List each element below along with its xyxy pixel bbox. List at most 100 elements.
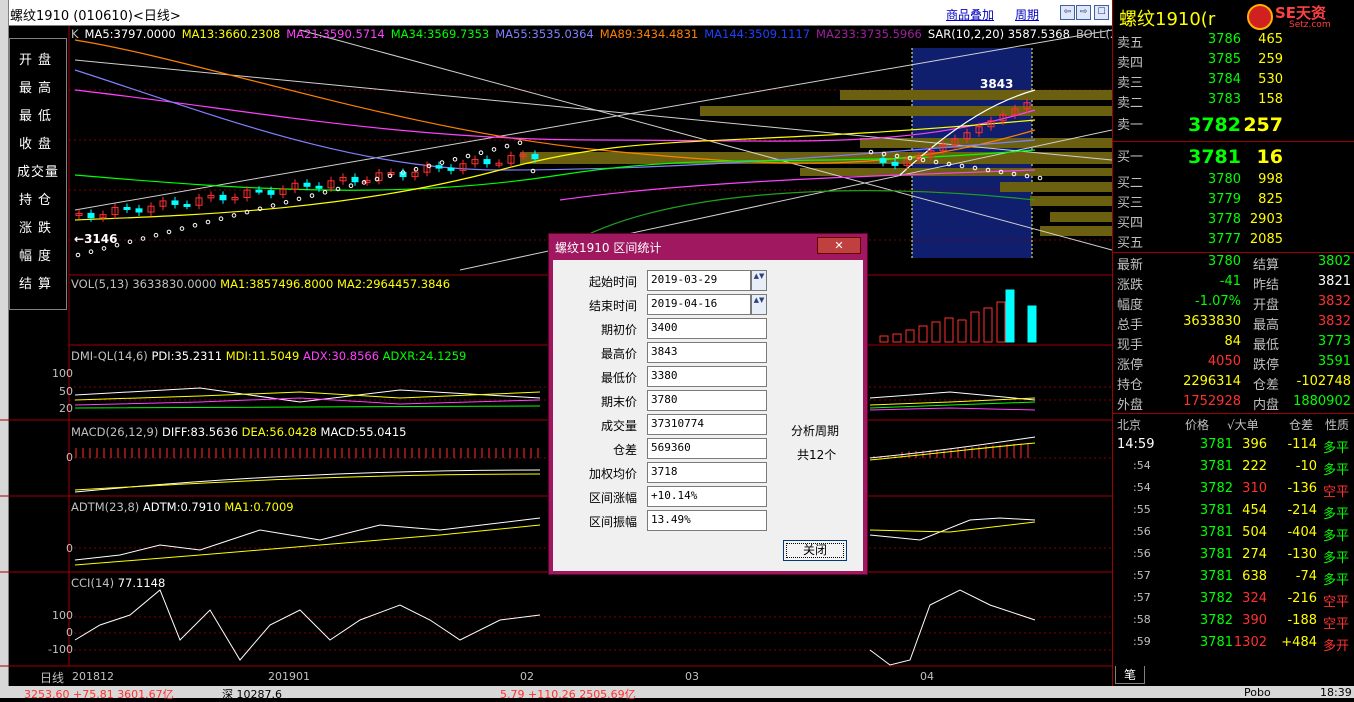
status-left: 3253.60 +75.81 3601.67亿 — [24, 688, 174, 701]
cci-value: 77.1148 — [117, 576, 166, 590]
macd-dea: DEA:56.0428 — [241, 425, 317, 439]
field-value[interactable]: 3843 — [647, 342, 767, 363]
stat-value: 3832 — [1317, 314, 1351, 329]
field-label: 区间涨幅 — [588, 491, 637, 505]
adtm-value: ADTM:0.7910 — [142, 500, 221, 514]
volume-bar — [905, 329, 915, 343]
stat-row: 幅度 -1.07% 开盘 3832 — [1113, 294, 1354, 314]
field-value[interactable]: 569360 — [647, 438, 767, 459]
level-label: 卖三 — [1117, 76, 1144, 91]
adtm-indicator-line: ADTM(23,8) ADTM:0.7910 MA1:0.7009 — [71, 500, 294, 514]
dmi-label: DMI-QL(14,6) — [71, 349, 148, 363]
sar-dot — [465, 153, 471, 159]
tick-volume: 222 — [1242, 459, 1267, 474]
field-value[interactable]: 2019-04-16 — [647, 294, 751, 315]
stat-value: 3802 — [1317, 254, 1351, 269]
ma-indicator-4: MA34:3569.7353 — [390, 27, 490, 41]
logo-sub: Setz.com — [1289, 20, 1331, 30]
period-corner-label[interactable]: 日线 — [40, 669, 64, 686]
field-value[interactable]: 3718 — [647, 462, 767, 483]
stat-value: 2296314 — [1183, 374, 1241, 389]
sar-dot — [322, 190, 328, 195]
stat-row: 涨跌 -41 昨结 3821 — [1113, 274, 1354, 294]
stat-value: 3591 — [1317, 354, 1351, 369]
close-button[interactable]: 关闭 — [783, 540, 847, 561]
ma-indicator-6: MA89:3434.4831 — [599, 27, 699, 41]
tick-oi-change: -188 — [1287, 613, 1317, 628]
stat-value: 3832 — [1317, 294, 1351, 309]
field-label: 最高价 — [600, 347, 637, 361]
x-tick: 201901 — [268, 670, 310, 683]
dmi-mdi: MDI:11.5049 — [225, 349, 300, 363]
stat-label: 持仓 — [1117, 378, 1144, 393]
macd-indicator-line: MACD(26,12,9) DIFF:83.5636 DEA:56.0428 M… — [71, 425, 406, 439]
orderbook-row: 买二 3780 998 — [1113, 172, 1354, 192]
x-tick: 03 — [685, 670, 699, 683]
adtm-scale-zero: 0 — [66, 542, 73, 555]
tick-nature: 多平 — [1323, 529, 1350, 544]
level-label: 买三 — [1117, 196, 1144, 211]
stat-value: 3773 — [1317, 334, 1351, 349]
sar-dot — [348, 183, 354, 188]
volume-bar — [957, 319, 967, 343]
field-value[interactable]: 13.49% — [647, 510, 767, 531]
high-marker: 3843 — [980, 77, 1014, 91]
volume-bar — [970, 311, 980, 343]
stat-value: 4050 — [1207, 354, 1241, 369]
sar-dot — [1037, 175, 1043, 181]
volume-bar — [1005, 289, 1015, 343]
orderbook-row: 卖五 3786 465 — [1113, 32, 1354, 52]
tick-oi-change: -216 — [1287, 591, 1317, 606]
date-spinner-icon[interactable]: ▲▼ — [751, 294, 767, 315]
tick-row: :54 3782 310 -136 空平 — [1113, 481, 1354, 501]
tick-time: :57 — [1133, 569, 1151, 582]
field-label: 结束时间 — [588, 299, 637, 313]
field-value[interactable]: 3400 — [647, 318, 767, 339]
field-value[interactable]: 3380 — [647, 366, 767, 387]
level-volume: 530 — [1258, 72, 1283, 87]
ma-indicator-2: MA13:3660.2308 — [181, 27, 281, 41]
ma-indicator-5: MA55:3535.0364 — [495, 27, 594, 41]
x-tick: 02 — [520, 670, 534, 683]
tick-volume: 324 — [1242, 591, 1267, 606]
field-value[interactable]: 2019-03-29 — [647, 270, 751, 291]
tick-oi-change: -404 — [1287, 525, 1317, 540]
sar-dot — [270, 203, 276, 208]
cci-label: CCI(14) — [71, 576, 115, 590]
stat-label: 开盘 — [1253, 298, 1280, 313]
period-label: 分析周期 — [791, 424, 840, 438]
sar-dot — [179, 226, 185, 231]
orderbook-row: 卖四 3785 259 — [1113, 52, 1354, 72]
field-label: 加权均价 — [588, 467, 637, 481]
level-volume: 465 — [1258, 32, 1283, 47]
level-label: 买五 — [1117, 236, 1144, 251]
level-label: 买一 — [1117, 150, 1144, 165]
field-value[interactable]: 37310774 — [647, 414, 767, 435]
tick-row: :56 3781 274 -130 多平 — [1113, 547, 1354, 567]
date-spinner-icon[interactable]: ▲▼ — [751, 270, 767, 291]
level-volume: 257 — [1243, 114, 1283, 136]
level-volume: 16 — [1256, 146, 1283, 168]
level-label: 买二 — [1117, 176, 1144, 191]
volume-bar — [996, 301, 1006, 343]
stat-label: 最高 — [1253, 318, 1280, 333]
dialog-close-icon[interactable]: ✕ — [817, 237, 861, 254]
level-volume: 2903 — [1249, 212, 1283, 227]
volume-bar — [983, 307, 993, 343]
cci-scale-100: 100 — [52, 609, 73, 622]
field-value[interactable]: 3780 — [647, 390, 767, 411]
ma-indicator-10: BOLL(26,2) M — [1075, 27, 1112, 41]
volume-bar — [931, 321, 941, 343]
dmi-pdi: PDI:35.2311 — [151, 349, 223, 363]
field-label: 起始时间 — [588, 275, 637, 289]
field-value[interactable]: +10.14% — [647, 486, 767, 507]
cci-scale-0: 0 — [66, 626, 73, 639]
tick-nature: 空平 — [1323, 595, 1350, 610]
tick-header-nature: 性质 — [1325, 418, 1350, 432]
tab-ticks[interactable]: 笔 — [1115, 666, 1145, 684]
x-tick: 201812 — [72, 670, 114, 683]
ma-indicator-1: MA5:3797.0000 — [84, 27, 176, 41]
dmi-scale-50: 50 — [59, 385, 73, 398]
tick-nature: 多开 — [1323, 639, 1350, 654]
tick-nature: 多平 — [1323, 441, 1350, 456]
